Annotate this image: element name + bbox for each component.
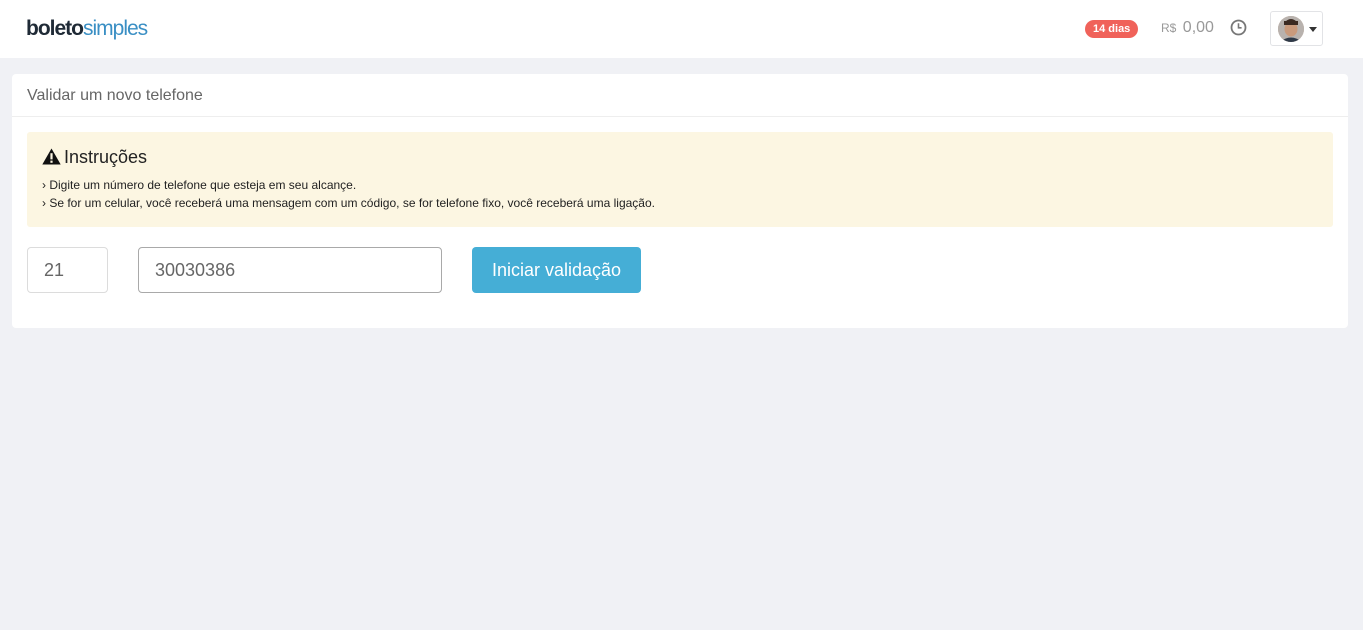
user-menu-button[interactable] — [1270, 11, 1323, 46]
panel-title: Validar um novo telefone — [12, 74, 1348, 117]
logo-text-boleto: boleto — [26, 17, 84, 40]
instruction-line: › Se for um celular, você receberá uma m… — [42, 196, 655, 210]
balance-amount: 0,00 — [1182, 19, 1214, 36]
instructions-alert: Instruções › Digite um número de telefon… — [27, 132, 1333, 227]
logo-text-simples: simples — [83, 17, 148, 40]
phone-number-input[interactable] — [138, 247, 442, 293]
balance-currency: R$ — [1161, 21, 1177, 35]
warning-icon — [42, 148, 61, 165]
brand-logo[interactable]: boletosimples — [26, 16, 148, 42]
clock-icon[interactable] — [1230, 19, 1247, 36]
alert-heading: Instruções — [42, 146, 147, 168]
phone-validation-panel: Validar um novo telefone Instruções › Di… — [12, 74, 1348, 328]
instruction-line: › Digite um número de telefone que estej… — [42, 178, 357, 192]
alert-title-text: Instruções — [64, 147, 148, 167]
caret-down-icon — [1309, 27, 1317, 32]
user-avatar — [1278, 16, 1304, 42]
top-navbar: boletosimples 14 dias R$ 0,00 — [0, 0, 1363, 58]
account-balance[interactable]: R$ 0,00 — [1161, 18, 1214, 38]
avatar-image — [1278, 16, 1304, 42]
trial-days-badge[interactable]: 14 dias — [1085, 20, 1139, 38]
start-validation-button[interactable]: Iniciar validação — [472, 247, 641, 293]
area-code-input[interactable] — [27, 247, 108, 293]
